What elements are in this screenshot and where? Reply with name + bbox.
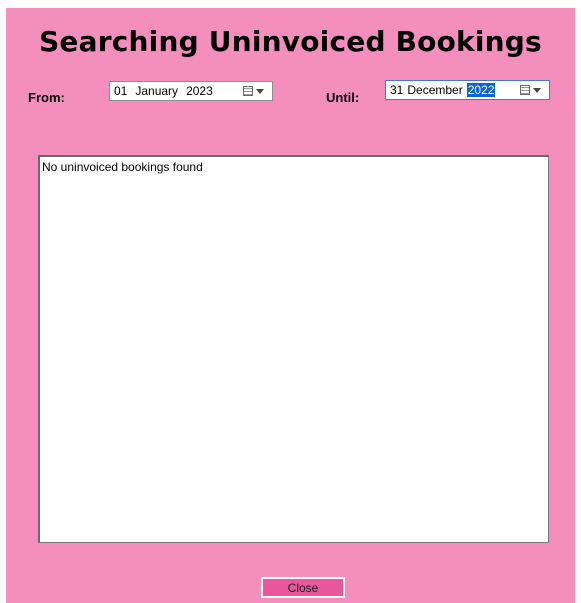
from-date-value[interactable]: 01 January 2023 — [114, 84, 213, 98]
until-calendar-button[interactable] — [520, 83, 546, 97]
results-empty-message: No uninvoiced bookings found — [42, 160, 203, 174]
from-month[interactable]: January — [135, 84, 178, 98]
search-form: Searching Uninvoiced Bookings From: 01 Ja… — [6, 8, 575, 603]
page-title: Searching Uninvoiced Bookings — [39, 25, 542, 58]
results-list[interactable]: No uninvoiced bookings found — [38, 155, 549, 543]
calendar-icon — [243, 86, 253, 96]
close-button[interactable]: Close — [261, 577, 345, 598]
chevron-down-icon — [533, 87, 541, 93]
from-day[interactable]: 01 — [114, 84, 127, 98]
until-year[interactable]: 2022 — [466, 83, 496, 97]
from-year[interactable]: 2023 — [186, 84, 213, 98]
from-calendar-button[interactable] — [243, 84, 269, 98]
chevron-down-icon — [256, 88, 264, 94]
from-date-picker[interactable]: 01 January 2023 — [109, 81, 273, 101]
from-label: From: — [28, 90, 65, 105]
until-month[interactable]: December — [407, 83, 462, 97]
until-date-value[interactable]: 31 December 2022 — [390, 83, 496, 97]
until-date-picker[interactable]: 31 December 2022 — [385, 80, 550, 100]
until-day[interactable]: 31 — [390, 83, 403, 97]
until-label: Until: — [326, 90, 360, 105]
calendar-icon — [520, 85, 530, 95]
